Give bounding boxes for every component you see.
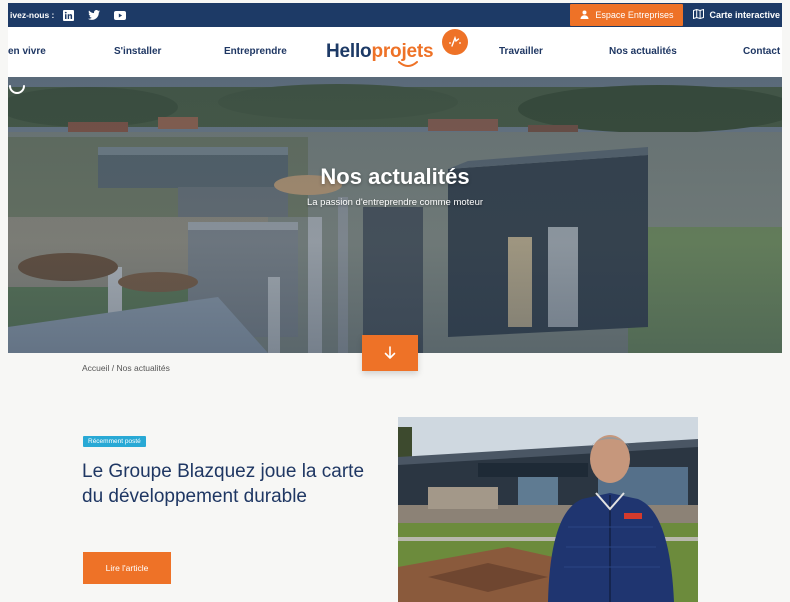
scroll-down-button[interactable] [362, 335, 418, 371]
nav-item-en-vivre[interactable]: en vivre [8, 46, 46, 57]
hero-image [8, 77, 782, 353]
article-photo[interactable] [398, 417, 698, 602]
hero-title: Nos actualités [320, 164, 470, 189]
espace-entreprises-label: Espace Entreprises [595, 10, 674, 20]
nav-item-entreprendre[interactable]: Entreprendre [224, 46, 287, 57]
logo-hello-text: Hello [326, 41, 372, 62]
twitter-icon[interactable] [88, 10, 101, 20]
main-nav: en vivre S'installer Entreprendre Hellop… [8, 27, 782, 77]
logo-badge [442, 29, 468, 55]
linkedin-icon[interactable] [63, 9, 75, 21]
arrow-down-icon [384, 346, 396, 359]
logo-smile [398, 61, 418, 67]
follow-us-label: ivez-nous : [10, 10, 55, 20]
social-links [63, 9, 127, 21]
carte-interactive-link[interactable]: Carte interactive [693, 8, 780, 21]
hello-projets-logo[interactable]: Helloprojets [326, 29, 468, 73]
top-bar: ivez-nous : Espace Entreprises Carte int… [8, 3, 782, 27]
hero-subtitle: La passion d'entreprendre comme moteur [306, 197, 484, 208]
map-icon [693, 8, 705, 21]
carte-interactive-label: Carte interactive [709, 10, 780, 20]
loading-spinner-icon [9, 85, 25, 94]
nav-item-sinstaller[interactable]: S'installer [114, 46, 161, 57]
logo-projets-text: projets [371, 41, 434, 62]
hero-banner: Nos actualités La passion d'entreprendre… [8, 77, 782, 353]
user-icon [580, 10, 589, 21]
read-article-button[interactable]: Lire l'article [83, 552, 171, 584]
breadcrumb[interactable]: Accueil / Nos actualités [82, 363, 170, 373]
nav-item-travailler[interactable]: Travailler [499, 46, 543, 57]
youtube-icon[interactable] [114, 10, 127, 20]
recent-badge: Récemment posté [83, 436, 146, 447]
nav-item-nos-actualites[interactable]: Nos actualités [609, 46, 677, 57]
espace-entreprises-button[interactable]: Espace Entreprises [570, 4, 684, 26]
article-title[interactable]: Le Groupe Blazquez joue la carte du déve… [82, 459, 372, 509]
nav-item-contact[interactable]: Contact [743, 46, 780, 57]
